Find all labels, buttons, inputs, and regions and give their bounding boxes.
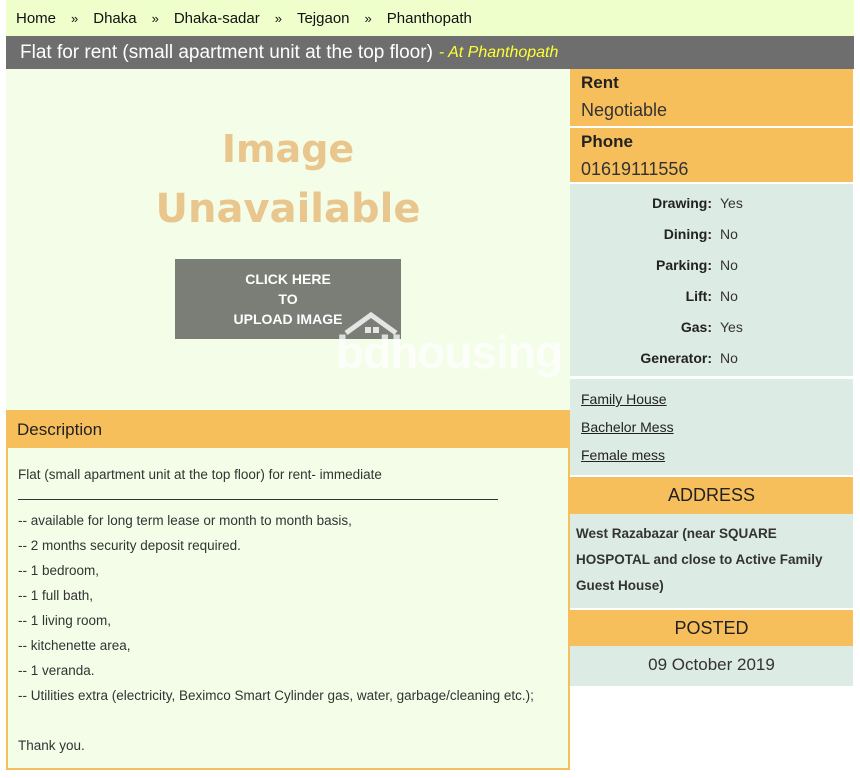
description-line: -- 2 months security deposit required. (18, 538, 241, 553)
posted-date: 09 October 2019 (570, 646, 853, 686)
upload-button-label: TO (278, 291, 298, 307)
description-closing: Thank you. (18, 738, 85, 753)
description-intro: Flat (small apartment unit at the top fl… (18, 467, 382, 482)
breadcrumb-phanthopath[interactable]: Phanthopath (387, 10, 472, 27)
description-panel: Description Flat (small apartment unit a… (6, 410, 570, 770)
feature-label: Generator: (640, 349, 712, 366)
listing-sidebar: Rent Negotiable Phone 01619111556 Drawin… (570, 69, 853, 686)
address-text: West Razabazar (near SQUARE HOSPOTAL and… (570, 514, 853, 608)
feature-label: Lift: (685, 287, 712, 304)
description-line: -- 1 bedroom, (18, 563, 100, 578)
tag-link-family-house[interactable]: Family House (581, 385, 853, 413)
phone-number[interactable]: 01619111556 (581, 154, 853, 184)
rent-label: Rent (581, 73, 619, 92)
description-divider (18, 490, 498, 500)
breadcrumb-dhaka[interactable]: Dhaka (93, 10, 136, 27)
rent-box: Rent Negotiable (570, 69, 853, 126)
breadcrumb-separator: » (71, 10, 79, 26)
watermark-text: bdhousing (336, 326, 563, 378)
feature-drawing: Drawing: Yes (570, 187, 853, 218)
description-line: -- 1 veranda. (18, 663, 95, 678)
phone-box: Phone 01619111556 (570, 126, 853, 182)
feature-generator: Generator: No (570, 342, 853, 373)
description-line: -- available for long term lease or mont… (18, 513, 352, 528)
image-unavailable-text: Image (221, 127, 355, 171)
description-line: -- Utilities extra (electricity, Beximco… (18, 688, 534, 703)
posted-heading: POSTED (570, 610, 853, 646)
listing-title: Flat for rent (small apartment unit at t… (20, 41, 433, 63)
tag-link-female-mess[interactable]: Female mess (581, 441, 853, 469)
tenant-type-links: Family House Bachelor Mess Female mess (570, 379, 853, 475)
feature-value: No (720, 349, 738, 366)
feature-value: No (720, 225, 738, 242)
description-body: Flat (small apartment unit at the top fl… (8, 448, 568, 758)
feature-label: Drawing: (652, 194, 712, 211)
address-heading: ADDRESS (570, 477, 853, 514)
feature-value: Yes (720, 318, 743, 335)
feature-value: No (720, 287, 738, 304)
feature-label: Dining: (663, 225, 712, 242)
feature-parking: Parking: No (570, 249, 853, 280)
feature-label: Parking: (655, 256, 712, 273)
rent-value: Negotiable (581, 100, 668, 120)
feature-label: Gas: (680, 318, 712, 335)
description-line: -- kitchenette area, (18, 638, 131, 653)
tag-link-bachelor-mess[interactable]: Bachelor Mess (581, 413, 853, 441)
feature-value: Yes (720, 194, 743, 211)
listing-image-area: Image Unavailable CLICK HERE TO UPLOAD I… (6, 69, 570, 410)
image-unavailable-text: Unavailable (155, 186, 421, 232)
breadcrumb-separator: » (274, 10, 282, 26)
listing-location: - At Phanthopath (438, 43, 559, 61)
site-watermark: bdhousing (336, 311, 586, 378)
breadcrumb-separator: » (364, 10, 372, 26)
upload-button-label: CLICK HERE (245, 271, 331, 287)
breadcrumb-separator: » (151, 10, 159, 26)
features-list: Drawing: Yes Dining: No Parking: No Lift… (570, 184, 853, 376)
breadcrumb-tejgaon[interactable]: Tejgaon (297, 10, 350, 27)
feature-lift: Lift: No (570, 280, 853, 311)
breadcrumb-dhaka-sadar[interactable]: Dhaka-sadar (174, 10, 260, 27)
phone-label: Phone (581, 132, 633, 151)
feature-value: No (720, 256, 738, 273)
description-line: -- 1 living room, (18, 613, 112, 628)
breadcrumb-home[interactable]: Home (16, 10, 56, 27)
listing-title-bar: Flat for rent (small apartment unit at t… (6, 36, 854, 69)
feature-dining: Dining: No (570, 218, 853, 249)
feature-gas: Gas: Yes (570, 311, 853, 342)
description-heading: Description (8, 412, 568, 448)
breadcrumb: Home » Dhaka » Dhaka-sadar » Tejgaon » P… (6, 0, 854, 36)
description-line: -- 1 full bath, (18, 588, 94, 603)
